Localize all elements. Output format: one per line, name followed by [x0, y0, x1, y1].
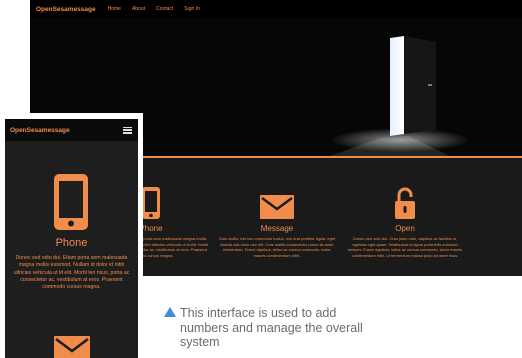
padlock-icon [346, 182, 464, 220]
hamburger-menu-icon[interactable] [123, 126, 132, 134]
feature-text: Donec sed odio dui. Cras justo odio, dap… [347, 236, 463, 258]
mobile-site-screenshot: OpenSesamessage Phone Donec sed odio dui… [5, 119, 138, 358]
caption-triangle-icon [164, 307, 176, 317]
feature-text: Duis mollis, est non commodo luctus, nis… [218, 236, 336, 258]
feature-message: Message Duis mollis, est non commodo luc… [218, 182, 336, 258]
nav-link-home[interactable]: Home [108, 6, 121, 12]
mobile-screenshot-frame: OpenSesamessage Phone Donec sed odio dui… [0, 113, 143, 358]
caption-text: This interface is used to add numbers an… [180, 306, 363, 349]
feature-title: Message [260, 224, 294, 233]
feature-open: Open Donec sed odio dui. Cras justo odio… [346, 182, 464, 258]
envelope-icon [218, 182, 336, 220]
nav-link-sign-in[interactable]: Sign In [184, 6, 200, 12]
nav-link-contact[interactable]: Contact [156, 6, 173, 12]
top-navbar: OpenSesamessage Home About Contact Sign … [30, 0, 522, 18]
navbar-brand[interactable]: OpenSesamessage [36, 6, 96, 13]
mobile-header: OpenSesamessage [5, 119, 138, 141]
phone-icon [53, 173, 89, 236]
feature-title: Open [395, 224, 415, 233]
envelope-icon [53, 335, 91, 358]
nav-link-about[interactable]: About [132, 6, 145, 12]
mobile-brand[interactable]: OpenSesamessage [10, 127, 70, 134]
mobile-feature-title: Phone [55, 237, 88, 249]
mobile-feature-text: Donec sed odio dui. Etiam porta sem male… [13, 255, 130, 291]
